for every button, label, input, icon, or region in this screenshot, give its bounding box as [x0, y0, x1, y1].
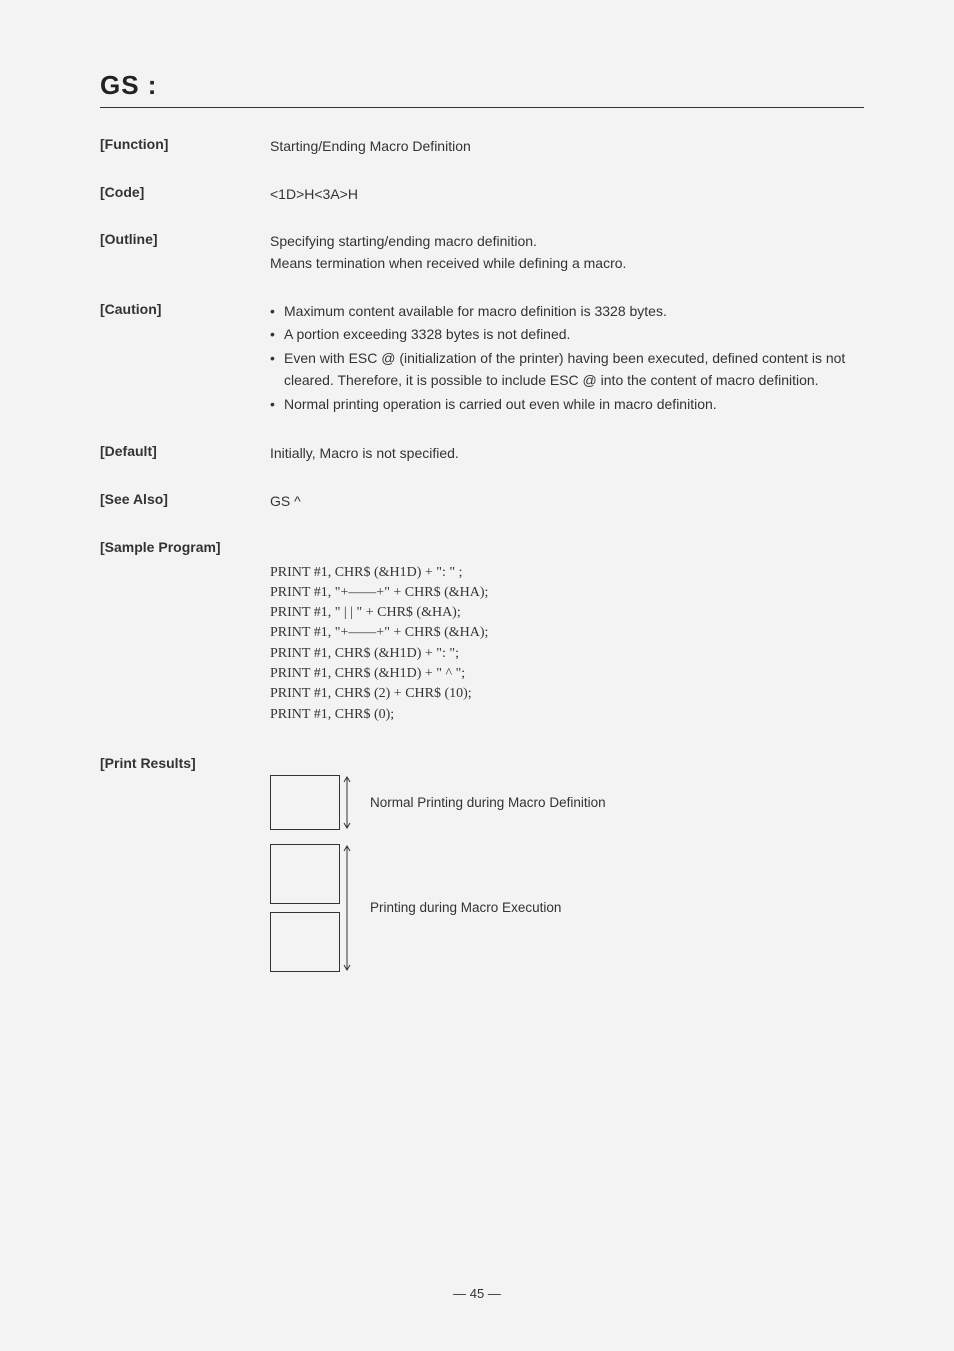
label-results: [Print Results]: [100, 755, 270, 771]
code-line: PRINT #1, "+——+" + CHR$ (&HA);: [270, 623, 864, 643]
caution-item: A portion exceeding 3328 bytes is not de…: [270, 324, 864, 346]
result-box-2b: [270, 912, 340, 972]
row-code: [Code] <1D>H<3A>H: [100, 184, 864, 206]
code-line: PRINT #1, CHR$ (&H1D) + ": " ;: [270, 563, 864, 583]
label-outline: [Outline]: [100, 231, 270, 274]
value-sample: [270, 539, 864, 555]
row-outline: [Outline] Specifying starting/ending mac…: [100, 231, 864, 274]
label-seealso: [See Also]: [100, 491, 270, 513]
arrow-updown-icon: [342, 844, 352, 972]
title-rule: [100, 107, 864, 108]
code-line: PRINT #1, CHR$ (0);: [270, 705, 864, 725]
row-function: [Function] Starting/Ending Macro Definit…: [100, 136, 864, 158]
label-default: [Default]: [100, 443, 270, 465]
caution-item: Maximum content available for macro defi…: [270, 301, 864, 323]
label-code: [Code]: [100, 184, 270, 206]
label-caution: [Caution]: [100, 301, 270, 417]
sample-code: PRINT #1, CHR$ (&H1D) + ": " ; PRINT #1,…: [270, 563, 864, 725]
code-line: PRINT #1, "+——+" + CHR$ (&HA);: [270, 583, 864, 603]
caution-item: Normal printing operation is carried out…: [270, 394, 864, 416]
label-sample: [Sample Program]: [100, 539, 270, 555]
value-seealso: GS ^: [270, 491, 864, 513]
value-outline: Specifying starting/ending macro definit…: [270, 231, 864, 274]
arrow-updown-icon: [342, 775, 352, 830]
result-box-2a: [270, 844, 340, 904]
command-title: GS :: [100, 70, 864, 101]
value-default: Initially, Macro is not specified.: [270, 443, 864, 465]
value-caution: Maximum content available for macro defi…: [270, 301, 864, 417]
row-default: [Default] Initially, Macro is not specif…: [100, 443, 864, 465]
result-box-1: [270, 775, 340, 830]
outline-line1: Specifying starting/ending macro definit…: [270, 231, 864, 253]
row-results: [Print Results]: [100, 755, 864, 771]
value-code: <1D>H<3A>H: [270, 184, 864, 206]
code-line: PRINT #1, " | | " + CHR$ (&HA);: [270, 603, 864, 623]
code-line: PRINT #1, CHR$ (&H1D) + " ^ ";: [270, 664, 864, 684]
row-seealso: [See Also] GS ^: [100, 491, 864, 513]
code-line: PRINT #1, CHR$ (&H1D) + ": ";: [270, 644, 864, 664]
value-function: Starting/Ending Macro Definition: [270, 136, 864, 158]
label-function: [Function]: [100, 136, 270, 158]
print-results-figure: Normal Printing during Macro Definition …: [270, 775, 864, 972]
caution-item: Even with ESC @ (initialization of the p…: [270, 348, 864, 391]
row-caution: [Caution] Maximum content available for …: [100, 301, 864, 417]
caption-normal-print: Normal Printing during Macro Definition: [370, 795, 606, 810]
outline-line2: Means termination when received while de…: [270, 253, 864, 275]
code-line: PRINT #1, CHR$ (2) + CHR$ (10);: [270, 684, 864, 704]
page-footer: — 45 —: [0, 1286, 954, 1301]
caption-macro-exec: Printing during Macro Execution: [370, 900, 561, 915]
row-sample: [Sample Program]: [100, 539, 864, 555]
